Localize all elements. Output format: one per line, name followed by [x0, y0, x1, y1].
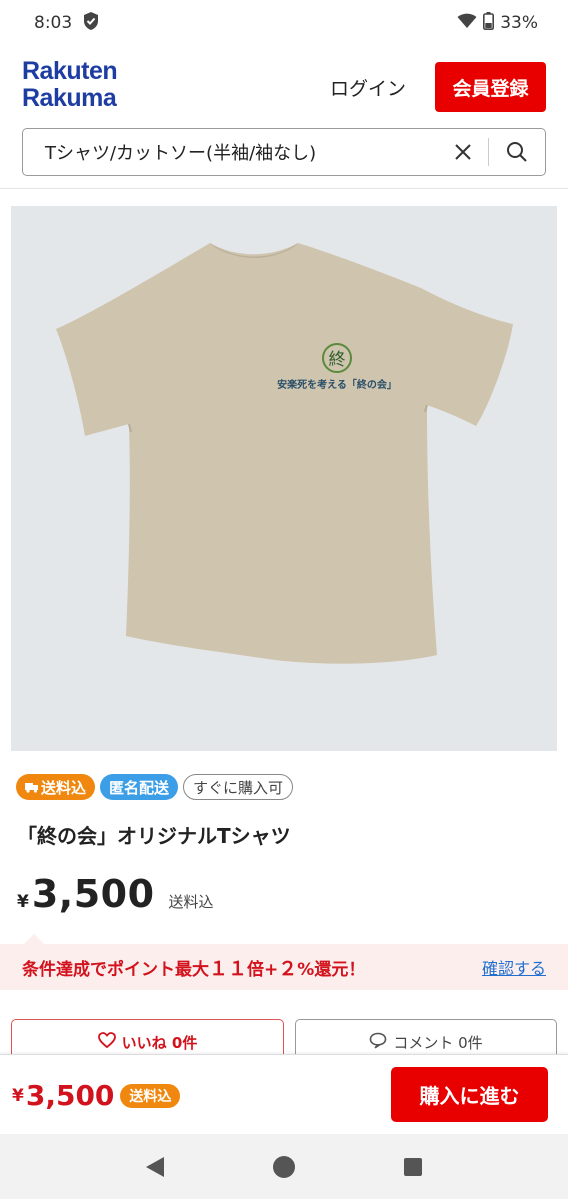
- recents-icon[interactable]: [393, 1147, 433, 1187]
- register-button[interactable]: 会員登録: [435, 62, 546, 112]
- price-currency: ¥: [17, 892, 29, 912]
- badge-shipping-label: 送料込: [41, 778, 87, 797]
- logo-line-2: Rakuma: [22, 84, 117, 112]
- point-text-c: 倍+: [247, 959, 279, 980]
- status-left: 8:03: [34, 11, 100, 36]
- shield-icon: [82, 11, 100, 36]
- search-box[interactable]: Tシャツ/カットソー(半袖/袖なし): [22, 128, 546, 176]
- product-title: 「終の会」オリジナルTシャツ: [17, 824, 291, 848]
- bottom-price: ¥ 3,500 送料込: [12, 1079, 181, 1112]
- wifi-icon: [457, 13, 477, 34]
- price-row: ¥ 3,500 送料込: [17, 872, 214, 916]
- bottom-price-value: 3,500: [25, 1079, 115, 1112]
- product-image[interactable]: 終 安楽死を考える「終の会」: [11, 206, 557, 751]
- home-icon[interactable]: [264, 1147, 304, 1187]
- close-icon[interactable]: [438, 129, 488, 175]
- bottom-shipping-badge: 送料込: [120, 1083, 181, 1108]
- point-text-d: ２: [278, 957, 298, 980]
- truck-icon: [25, 783, 38, 793]
- app-header: Rakuten Rakuma ログイン 会員登録: [0, 46, 568, 122]
- badge-instant-buy: すぐに購入可: [183, 774, 294, 800]
- search-icon[interactable]: [489, 129, 545, 175]
- point-text: 条件達成でポイント最大１１倍+２%還元！: [22, 954, 365, 981]
- point-text-b: １１: [209, 957, 248, 980]
- badge-shipping: 送料込: [16, 774, 96, 800]
- bottom-purchase-bar: ¥ 3,500 送料込 購入に進む: [0, 1054, 568, 1134]
- status-bar: 8:03 33%: [0, 0, 568, 46]
- system-nav-bar: [0, 1134, 568, 1199]
- badge-anonymous: 匿名配送: [100, 774, 179, 800]
- back-icon[interactable]: [135, 1147, 175, 1187]
- battery-percent: 33%: [500, 13, 538, 33]
- print-text: 安楽死を考える「終の会」: [277, 378, 397, 391]
- badge-row: 送料込 匿名配送 すぐに購入可: [16, 774, 294, 800]
- tshirt-illustration: 終 安楽死を考える「終の会」: [56, 243, 513, 664]
- login-link[interactable]: ログイン: [330, 74, 406, 101]
- price-value: 3,500: [31, 872, 155, 916]
- price-shipping-note: 送料込: [168, 893, 214, 911]
- status-time: 8:03: [34, 13, 73, 33]
- confirm-link[interactable]: 確認する: [482, 955, 546, 979]
- header-divider: [0, 188, 568, 189]
- battery-icon: [483, 11, 495, 35]
- logo-line-1: Rakuten: [22, 57, 118, 85]
- buy-button[interactable]: 購入に進む: [391, 1067, 548, 1122]
- point-text-e: %還元！: [297, 959, 366, 980]
- point-banner: 条件達成でポイント最大１１倍+２%還元！ 確認する: [0, 944, 568, 990]
- print-logo-char: 終: [329, 350, 346, 370]
- bottom-price-currency: ¥: [12, 1085, 24, 1106]
- point-text-a: 条件達成でポイント最大: [22, 959, 209, 980]
- search-input[interactable]: Tシャツ/カットソー(半袖/袖なし): [23, 139, 438, 165]
- point-banner-caret: [24, 934, 44, 944]
- status-right: 33%: [457, 11, 538, 35]
- rakuten-rakuma-logo[interactable]: Rakuten Rakuma: [22, 57, 118, 112]
